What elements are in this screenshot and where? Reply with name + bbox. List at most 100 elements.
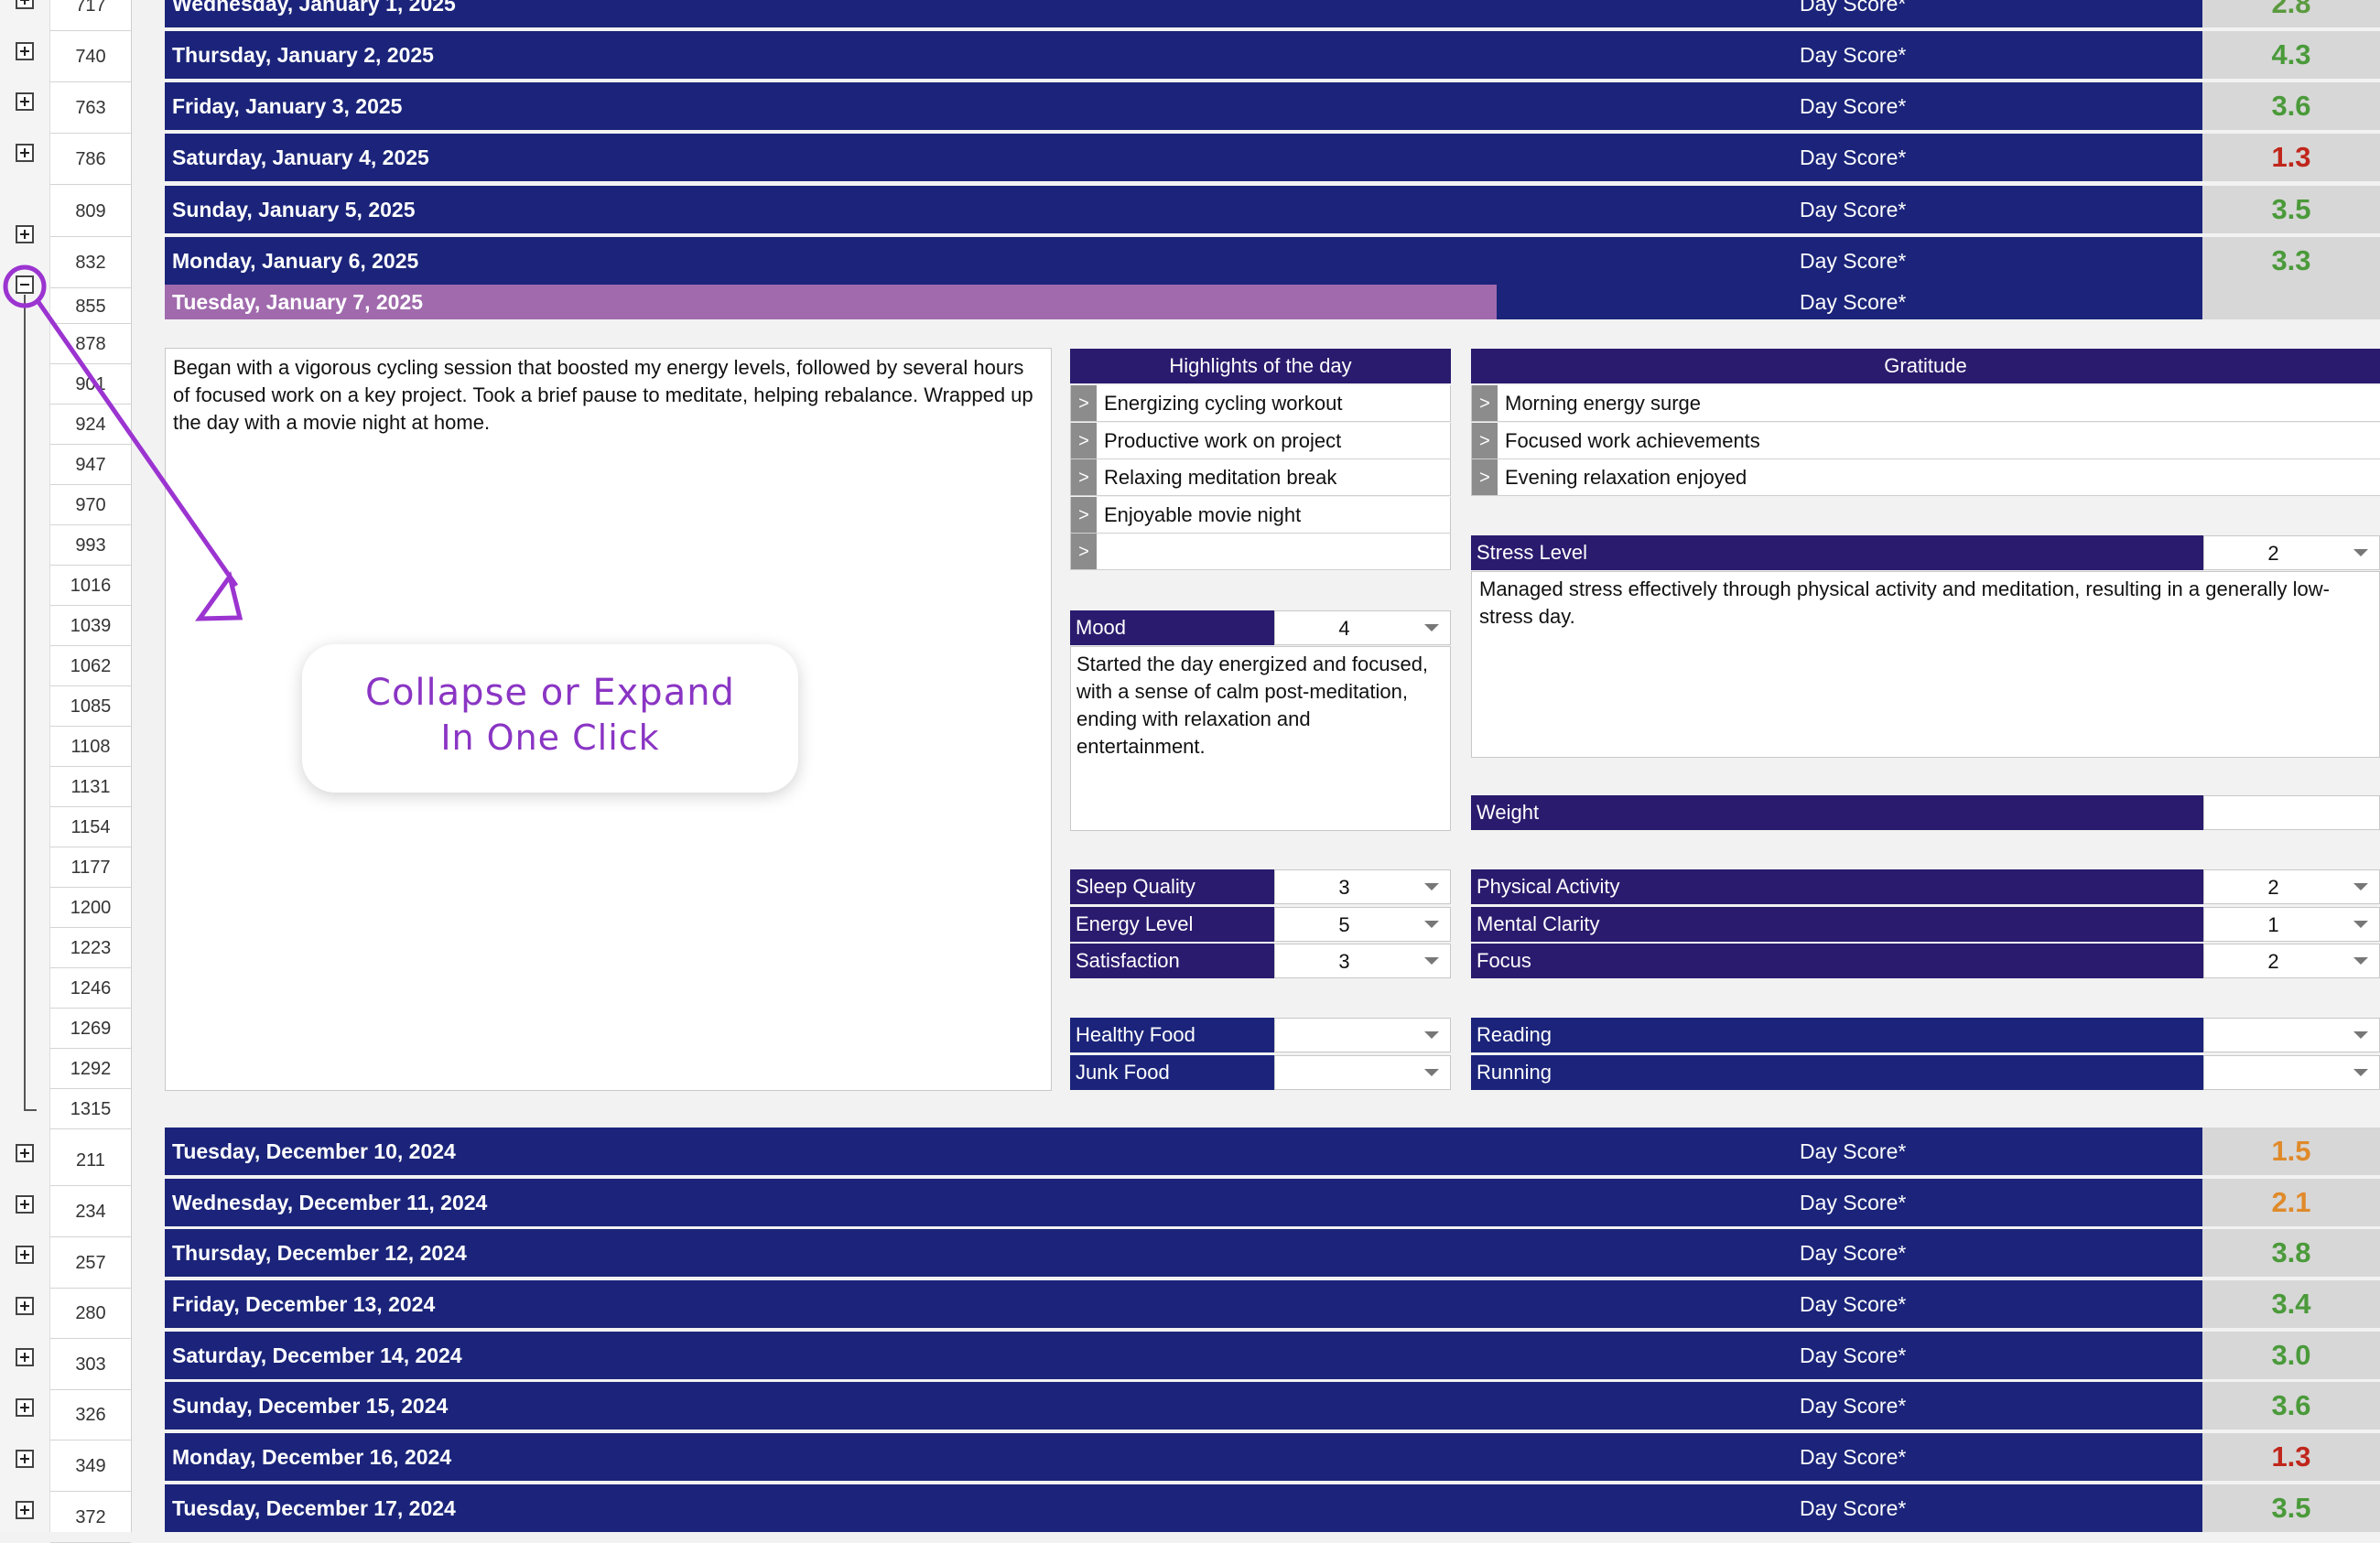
chevron-down-icon bbox=[2353, 883, 2368, 890]
chevron-right-icon: > bbox=[1472, 385, 1498, 421]
highlight-item[interactable]: > Productive work on project bbox=[1070, 422, 1451, 459]
expand-group-button[interactable] bbox=[16, 1297, 34, 1315]
day-header-bar[interactable]: Saturday, January 4, 2025 Day Score* bbox=[165, 134, 2202, 181]
highlight-item[interactable]: > Enjoyable movie night bbox=[1070, 496, 1451, 534]
day-score-value: 3.8 bbox=[2202, 1229, 2380, 1277]
expanded-day-header[interactable]: Tuesday, January 7, 2025 Day Score* bbox=[165, 285, 2202, 319]
gratitude-item[interactable]: > Morning energy surge bbox=[1471, 385, 2380, 422]
day-header-bar[interactable]: Sunday, December 15, 2024 Day Score* bbox=[165, 1382, 2202, 1430]
highlight-text: Relaxing meditation break bbox=[1104, 466, 1337, 489]
row-number: 1246 bbox=[50, 968, 131, 1009]
expand-group-button[interactable] bbox=[16, 1501, 34, 1519]
chevron-down-icon bbox=[1424, 624, 1439, 631]
chevron-right-icon: > bbox=[1071, 459, 1097, 495]
metric-label: Sleep Quality bbox=[1070, 869, 1274, 904]
metric-select[interactable]: 2 bbox=[2203, 944, 2380, 978]
day-score-value: 3.5 bbox=[2202, 1484, 2380, 1532]
row-number: 1200 bbox=[50, 888, 131, 928]
annotation-circle bbox=[3, 264, 47, 308]
metric-select[interactable]: 3 bbox=[1274, 944, 1451, 978]
stress-level-label: Stress Level bbox=[1471, 535, 2203, 570]
weight-input[interactable] bbox=[2203, 795, 2380, 830]
metric-select[interactable]: 5 bbox=[1274, 906, 1451, 942]
row-number: 234 bbox=[50, 1186, 131, 1237]
annotation-line bbox=[36, 300, 239, 588]
highlight-item[interactable]: > Relaxing meditation break bbox=[1070, 459, 1451, 496]
day-header-bar[interactable]: Wednesday, December 11, 2024 Day Score* bbox=[165, 1179, 2202, 1226]
gratitude-item[interactable]: > Focused work achievements bbox=[1471, 422, 2380, 459]
metric-select[interactable]: 2 bbox=[2203, 869, 2380, 904]
day-score-label: Day Score* bbox=[1800, 43, 1907, 67]
day-header-bar[interactable]: Tuesday, December 10, 2024 Day Score* bbox=[165, 1128, 2202, 1175]
day-header-bar[interactable]: Friday, January 3, 2025 Day Score* bbox=[165, 82, 2202, 130]
day-header-bar[interactable]: Tuesday, December 17, 2024 Day Score* bbox=[165, 1484, 2202, 1532]
mood-value: 4 bbox=[1338, 617, 1350, 640]
stress-level-select[interactable]: 2 bbox=[2203, 535, 2380, 570]
habit-select[interactable] bbox=[2203, 1054, 2380, 1090]
row-number: 1292 bbox=[50, 1049, 131, 1089]
day-header-bar[interactable]: Saturday, December 14, 2024 Day Score* bbox=[165, 1332, 2202, 1379]
habit-select[interactable] bbox=[2203, 1018, 2380, 1052]
day-header-bar[interactable]: Thursday, January 2, 2025 Day Score* bbox=[165, 31, 2202, 79]
row-number: 1131 bbox=[50, 767, 131, 807]
row-number: 1177 bbox=[50, 847, 131, 888]
habit-select[interactable] bbox=[1274, 1054, 1451, 1090]
row-number: 1269 bbox=[50, 1009, 131, 1049]
metric-label: Energy Level bbox=[1070, 906, 1274, 942]
highlights-header: Highlights of the day bbox=[1070, 349, 1451, 383]
chevron-right-icon: > bbox=[1071, 496, 1097, 533]
expanded-day-date: Tuesday, January 7, 2025 bbox=[172, 290, 424, 314]
mood-label: Mood bbox=[1070, 610, 1274, 645]
chevron-right-icon: > bbox=[1472, 459, 1498, 495]
expand-group-button[interactable] bbox=[16, 1450, 34, 1468]
mood-note-text: Started the day energized and focused, w… bbox=[1076, 653, 1429, 758]
metric-value: 3 bbox=[1338, 876, 1350, 899]
day-header-bar[interactable]: Sunday, January 5, 2025 Day Score* bbox=[165, 186, 2202, 233]
day-date: Tuesday, December 10, 2024 bbox=[172, 1139, 456, 1163]
day-score-value: 1.3 bbox=[2202, 1433, 2380, 1481]
weight-label: Weight bbox=[1471, 795, 2203, 830]
day-score-label: Day Score* bbox=[1800, 1343, 1907, 1367]
day-score-label: Day Score* bbox=[1800, 146, 1907, 169]
mood-select[interactable]: 4 bbox=[1274, 610, 1451, 645]
day-header-bar[interactable]: Friday, December 13, 2024 Day Score* bbox=[165, 1280, 2202, 1328]
row-number: 1223 bbox=[50, 928, 131, 968]
metric-value: 3 bbox=[1338, 950, 1350, 973]
day-header-bar[interactable]: Thursday, December 12, 2024 Day Score* bbox=[165, 1229, 2202, 1277]
row-number: 1085 bbox=[50, 686, 131, 727]
chevron-down-icon bbox=[1424, 920, 1439, 928]
expand-group-button[interactable] bbox=[16, 1398, 34, 1417]
expand-group-button[interactable] bbox=[16, 1144, 34, 1162]
habit-select[interactable] bbox=[1274, 1018, 1451, 1052]
gratitude-text: Morning energy surge bbox=[1505, 392, 1702, 415]
row-number: 326 bbox=[50, 1389, 131, 1440]
highlight-item[interactable]: > bbox=[1070, 534, 1451, 570]
metric-select[interactable]: 3 bbox=[1274, 869, 1451, 904]
day-score-label: Day Score* bbox=[1800, 198, 1907, 221]
habit-label: Reading bbox=[1471, 1018, 2203, 1052]
day-header-bar[interactable]: Wednesday, January 1, 2025 Day Score* bbox=[165, 0, 2202, 27]
expanded-day-score bbox=[2202, 285, 2380, 319]
day-header-bar[interactable]: Monday, December 16, 2024 Day Score* bbox=[165, 1433, 2202, 1481]
expand-group-button[interactable] bbox=[16, 1195, 34, 1214]
day-score-value: 3.6 bbox=[2202, 1382, 2380, 1430]
expand-group-button[interactable] bbox=[16, 1246, 34, 1264]
callout-subtitle: In One Click bbox=[440, 718, 660, 758]
habit-label: Healthy Food bbox=[1070, 1018, 1274, 1052]
day-date: Friday, December 13, 2024 bbox=[172, 1292, 436, 1316]
gratitude-item[interactable]: > Evening relaxation enjoyed bbox=[1471, 459, 2380, 496]
metric-select[interactable]: 1 bbox=[2203, 906, 2380, 942]
day-score-label: Day Score* bbox=[1800, 249, 1907, 273]
day-score-value: 2.8 bbox=[2202, 0, 2380, 27]
stress-note[interactable]: Managed stress effectively through physi… bbox=[1471, 571, 2380, 758]
chevron-down-icon bbox=[2353, 920, 2368, 928]
chevron-right-icon: > bbox=[1071, 385, 1097, 421]
day-header-bar[interactable]: Monday, January 6, 2025 Day Score* bbox=[165, 237, 2202, 285]
day-score-label: Day Score* bbox=[1800, 1292, 1907, 1316]
metric-value: 5 bbox=[1338, 912, 1350, 936]
mood-note[interactable]: Started the day energized and focused, w… bbox=[1070, 646, 1451, 831]
day-score-label: Day Score* bbox=[1800, 1139, 1907, 1163]
expand-group-button[interactable] bbox=[16, 1348, 34, 1366]
highlight-item[interactable]: > Energizing cycling workout bbox=[1070, 385, 1451, 422]
day-date: Thursday, December 12, 2024 bbox=[172, 1241, 467, 1265]
